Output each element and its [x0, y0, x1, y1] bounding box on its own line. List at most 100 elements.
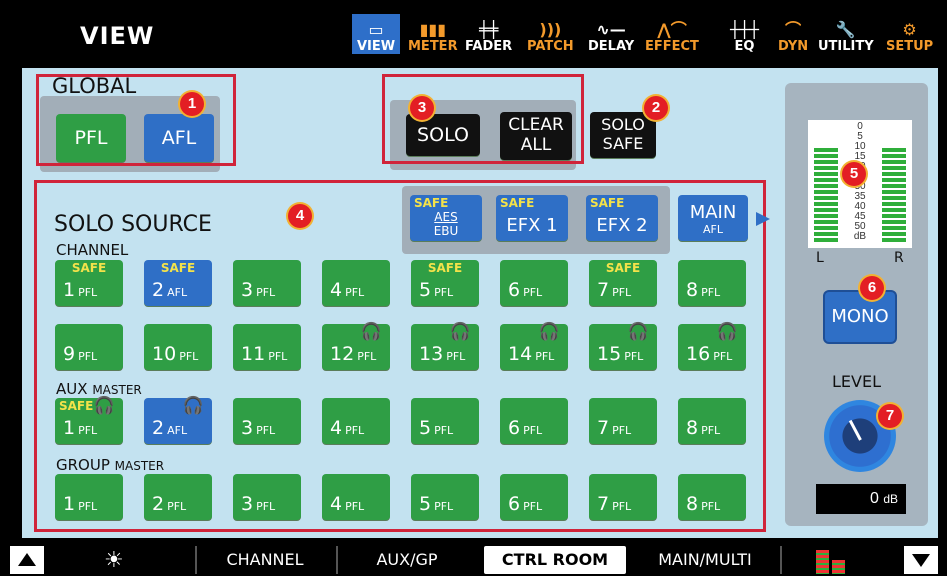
channel-5-button[interactable]: SAFE 5 PFL	[411, 260, 479, 306]
group-8-button[interactable]: 8 PFL	[678, 474, 746, 520]
button-number: 14 PFL	[508, 343, 554, 365]
aes-ebu-button[interactable]: SAFE AES EBU	[410, 195, 482, 241]
group-sub-label: MASTER	[114, 459, 165, 473]
callout-badge-6: 6	[860, 276, 884, 300]
aux-6-button[interactable]: 6 PFL	[500, 398, 568, 444]
button-number: 7 PFL	[597, 417, 631, 439]
efx1-button[interactable]: SAFE EFX 1	[496, 195, 568, 241]
group-4-button[interactable]: 4 PFL	[322, 474, 390, 520]
channel-4-button[interactable]: 4 PFL	[322, 260, 390, 306]
aux-8-button[interactable]: 8 PFL	[678, 398, 746, 444]
group-5-button[interactable]: 5 PFL	[411, 474, 479, 520]
button-number-value: 7	[597, 493, 610, 515]
channel-13-button[interactable]: 🎧 13 PFL	[411, 324, 479, 370]
button-mode: PFL	[78, 350, 98, 363]
bottom-tab-main-multi[interactable]: MAIN/MULTI	[634, 546, 776, 574]
tab-patch[interactable]: ))) PATCH	[527, 14, 574, 55]
group-6-button[interactable]: 6 PFL	[500, 474, 568, 520]
tab-eq[interactable]: ┼┼┼ EQ	[730, 14, 759, 55]
button-number-value: 5	[419, 493, 432, 515]
channel-3-button[interactable]: 3 PFL	[233, 260, 301, 306]
efx1-label: EFX 1	[506, 215, 558, 236]
bottom-tab-ctrl-room[interactable]: CTRL ROOM	[484, 546, 626, 574]
button-number-value: 7	[597, 417, 610, 439]
button-number: 9 PFL	[63, 343, 97, 365]
solo-safe-label-1: SOLO	[601, 115, 645, 134]
tab-dyn[interactable]: ⌒ DYN	[778, 14, 808, 55]
efx2-button[interactable]: SAFE EFX 2	[586, 195, 658, 241]
channel-10-button[interactable]: 10 PFL	[144, 324, 212, 370]
aux-1-button[interactable]: SAFE 🎧 1 PFL	[55, 398, 123, 444]
efx2-label: EFX 2	[596, 215, 648, 236]
meter-bridge-bar	[832, 560, 845, 574]
meter-bridge-icon[interactable]	[816, 548, 846, 574]
down-arrow-icon	[912, 554, 930, 567]
button-mode: PFL	[357, 350, 377, 363]
channel-12-button[interactable]: 🎧 12 PFL	[322, 324, 390, 370]
button-number-value: 3	[241, 279, 254, 301]
group-3-button[interactable]: 3 PFL	[233, 474, 301, 520]
button-number-value: 1	[63, 493, 76, 515]
channel-9-button[interactable]: 9 PFL	[55, 324, 123, 370]
highlight-global	[36, 74, 236, 166]
aux-5-button[interactable]: 5 PFL	[411, 398, 479, 444]
solo-safe-button[interactable]: SOLO SAFE	[590, 112, 656, 158]
button-number: 7 PFL	[597, 279, 631, 301]
aux-4-button[interactable]: 4 PFL	[322, 398, 390, 444]
scroll-down-button[interactable]	[904, 546, 938, 574]
mono-button[interactable]: MONO	[825, 292, 895, 342]
button-mode: PFL	[78, 424, 98, 437]
tab-separator	[336, 546, 338, 574]
bottom-tab-channel[interactable]: CHANNEL	[200, 546, 330, 574]
channel-7-button[interactable]: SAFE 7 PFL	[589, 260, 657, 306]
safe-label: SAFE	[427, 261, 463, 275]
brightness-icon[interactable]: ☀	[104, 546, 124, 574]
page-title: VIEW	[80, 22, 155, 50]
button-number-value: 2	[152, 279, 165, 301]
up-arrow-icon	[18, 553, 36, 566]
tab-view[interactable]: ▭ VIEW	[352, 14, 400, 54]
channel-6-button[interactable]: 6 PFL	[500, 260, 568, 306]
fader-icon: ╪╪	[478, 20, 499, 39]
aux-3-button[interactable]: 3 PFL	[233, 398, 301, 444]
button-mode: PFL	[701, 424, 721, 437]
button-number-value: 11	[241, 343, 266, 365]
channel-15-button[interactable]: 🎧 15 PFL	[589, 324, 657, 370]
channel-14-button[interactable]: 🎧 14 PFL	[500, 324, 568, 370]
channel-2-button[interactable]: SAFE 2 AFL	[144, 260, 212, 306]
tab-setup[interactable]: ⚙ SETUP	[886, 14, 933, 55]
aux-7-button[interactable]: 7 PFL	[589, 398, 657, 444]
channel-1-button[interactable]: SAFE 1 PFL	[55, 260, 123, 306]
meter-icon: ▮▮▮	[419, 20, 446, 39]
tab-utility[interactable]: 🔧 UTILITY	[818, 14, 874, 55]
channel-8-button[interactable]: 8 PFL	[678, 260, 746, 306]
tab-meter[interactable]: ▮▮▮ METER	[408, 14, 458, 55]
bottom-tab-aux-gp[interactable]: AUX/GP	[342, 546, 472, 574]
eq-icon: ┼┼┼	[730, 20, 759, 39]
button-number-value: 13	[419, 343, 444, 365]
channel-11-button[interactable]: 11 PFL	[233, 324, 301, 370]
ebu-label: EBU	[433, 224, 459, 238]
button-number-value: 3	[241, 417, 254, 439]
button-number-value: 16	[686, 343, 711, 365]
level-value: 0	[869, 490, 879, 507]
aux-2-button[interactable]: 🎧 2 AFL	[144, 398, 212, 444]
button-number-value: 1	[63, 279, 76, 301]
group-7-button[interactable]: 7 PFL	[589, 474, 657, 520]
tab-fader[interactable]: ╪╪ FADER	[465, 14, 512, 55]
scroll-up-button[interactable]	[10, 546, 44, 574]
main-afl-button[interactable]: MAIN AFL	[678, 195, 748, 241]
tab-delay[interactable]: ∿— DELAY	[588, 14, 634, 55]
top-bar: VIEW ▭ VIEW ▮▮▮ METER ╪╪ FADER ))) PATCH…	[0, 0, 947, 62]
group-master-label: GROUP MASTER	[56, 456, 164, 474]
tab-separator	[195, 546, 197, 574]
meter-bridge-bar	[816, 550, 829, 574]
tab-effect[interactable]: ⋀⌒ EFFECT	[645, 14, 699, 55]
button-number-value: 15	[597, 343, 622, 365]
button-mode: PFL	[256, 424, 276, 437]
group-1-button[interactable]: 1 PFL	[55, 474, 123, 520]
group-2-button[interactable]: 2 PFL	[144, 474, 212, 520]
utility-icon: 🔧	[835, 20, 856, 39]
channel-16-button[interactable]: 🎧 16 PFL	[678, 324, 746, 370]
tab-meter-label: METER	[408, 39, 458, 54]
